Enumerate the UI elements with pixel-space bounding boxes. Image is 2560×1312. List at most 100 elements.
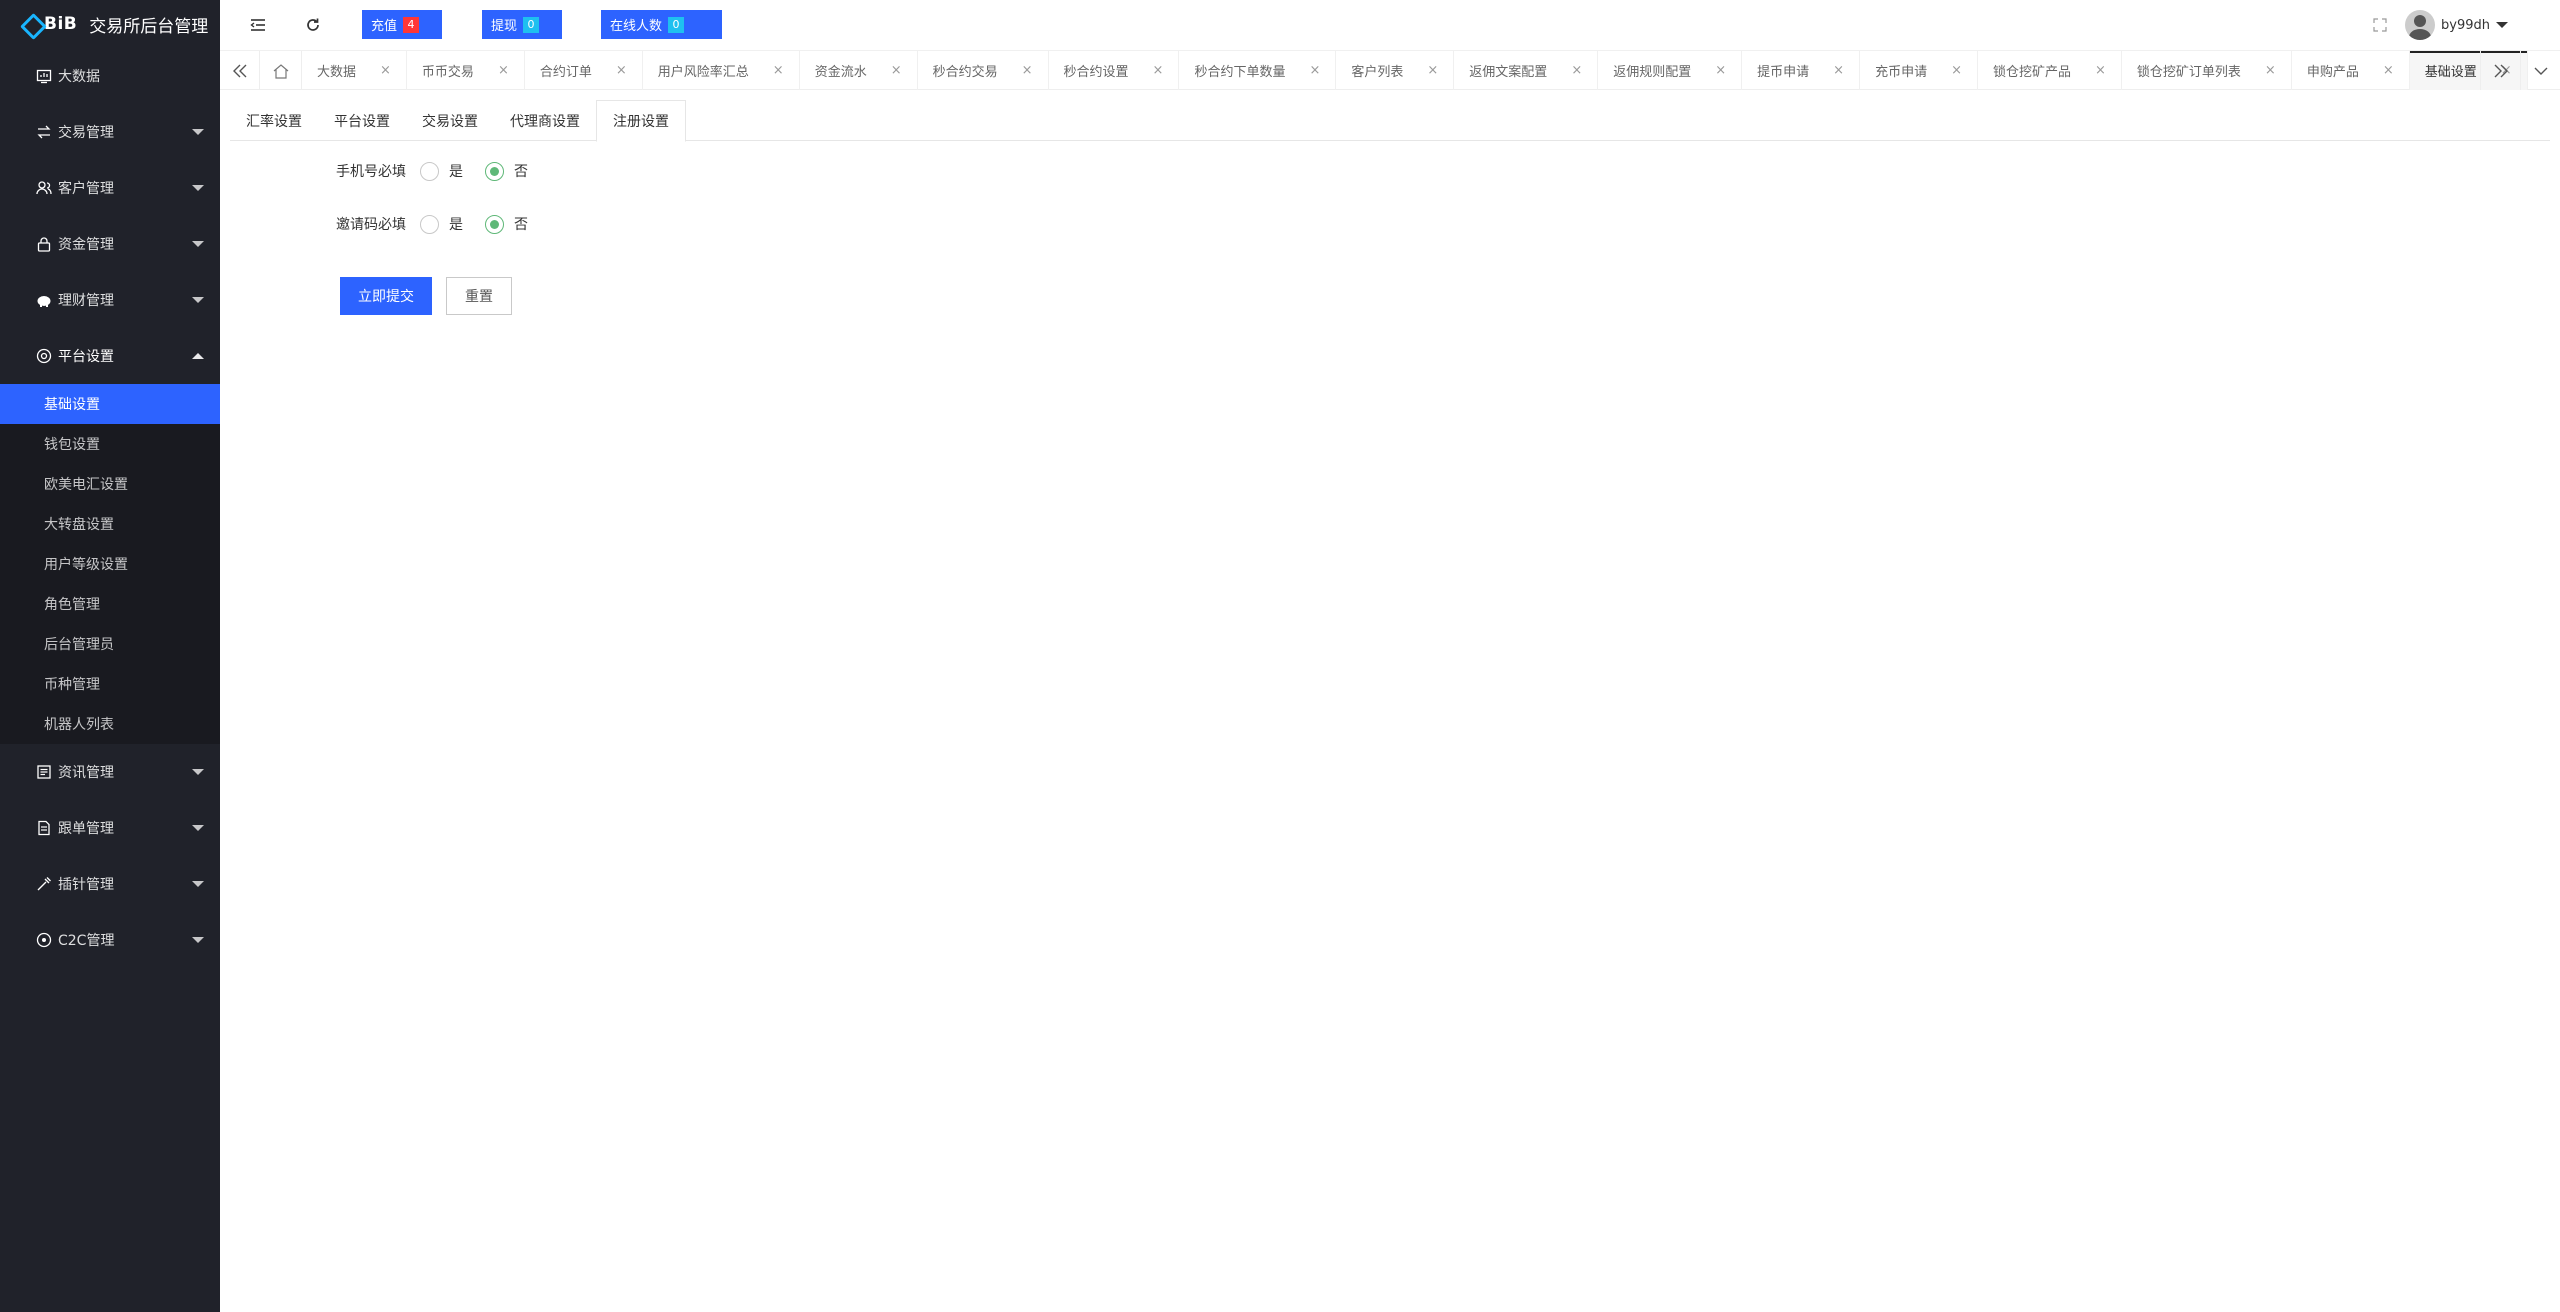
- close-icon[interactable]: ×: [498, 63, 509, 78]
- submit-button[interactable]: 立即提交: [340, 277, 432, 315]
- subtab-platform[interactable]: 平台设置: [318, 100, 406, 141]
- logo-brand: BiB: [44, 14, 78, 34]
- radio-indicator-checked: [485, 214, 504, 234]
- sidebar-item-wealth[interactable]: 理财管理: [0, 272, 220, 328]
- sidebar-subitem-admins[interactable]: 后台管理员: [0, 624, 220, 664]
- withdraw-button[interactable]: 提现 0: [482, 10, 562, 39]
- page-tab[interactable]: 提币申请 ×: [1742, 51, 1861, 90]
- phone-required-yes-radio[interactable]: 是: [420, 161, 463, 181]
- users-icon: [36, 180, 52, 196]
- sidebar-item-customers[interactable]: 客户管理: [0, 160, 220, 216]
- close-icon[interactable]: ×: [1153, 63, 1164, 78]
- page-tab[interactable]: 充币申请 ×: [1860, 51, 1978, 90]
- tabs-menu-chevron-down-icon[interactable]: [2520, 51, 2560, 90]
- sidebar-subitem-roles[interactable]: 角色管理: [0, 584, 220, 624]
- page-tab[interactable]: 合约订单 ×: [525, 51, 643, 90]
- sidebar-item-platform-settings[interactable]: 平台设置: [0, 328, 220, 384]
- page-tab-label: 基础设置: [2424, 65, 2477, 80]
- close-icon[interactable]: ×: [1951, 63, 1962, 78]
- sidebar-item-label: 理财管理: [58, 293, 114, 309]
- home-icon[interactable]: [260, 51, 302, 90]
- avatar: [2405, 10, 2436, 40]
- sidebar-item-trade[interactable]: 交易管理: [0, 104, 220, 160]
- subtab-trade[interactable]: 交易设置: [406, 100, 494, 141]
- sidebar-item-funds[interactable]: 资金管理: [0, 216, 220, 272]
- sidebar-subitem-basic-settings[interactable]: 基础设置: [0, 384, 220, 424]
- page-tab[interactable]: 大数据 ×: [302, 51, 407, 90]
- recharge-button[interactable]: 充值 4: [362, 10, 442, 39]
- close-icon[interactable]: ×: [1022, 63, 1033, 78]
- close-icon[interactable]: ×: [380, 63, 391, 78]
- page-tab[interactable]: 秒合约设置 ×: [1049, 51, 1180, 90]
- invite-required-yes-radio[interactable]: 是: [420, 214, 463, 234]
- page-tab[interactable]: 锁仓挖矿产品 ×: [1978, 51, 2122, 90]
- sidebar-item-copy-trade[interactable]: 跟单管理: [0, 800, 220, 856]
- chevron-down-icon: [192, 769, 204, 775]
- chevron-down-icon: [192, 825, 204, 831]
- tabs-scroll-left-icon[interactable]: [220, 51, 260, 90]
- sidebar-subitem-wire-settings[interactable]: 欧美电汇设置: [0, 464, 220, 504]
- tabs-scroll-right-icon[interactable]: [2480, 51, 2520, 90]
- radio-indicator: [420, 214, 439, 234]
- page-tab[interactable]: 用户风险率汇总 ×: [643, 51, 800, 90]
- radio-indicator: [420, 161, 439, 181]
- chevron-up-icon: [192, 353, 204, 359]
- page-tab[interactable]: 客户列表 ×: [1336, 51, 1455, 90]
- online-users-button[interactable]: 在线人数 0: [601, 10, 722, 39]
- settings-icon: [36, 348, 52, 364]
- sidebar-item-c2c[interactable]: C2C管理: [0, 912, 220, 968]
- username: by99dh: [2441, 17, 2490, 33]
- page-tab-label: 资金流水: [814, 65, 867, 80]
- page-tab[interactable]: 币币交易 ×: [407, 51, 525, 90]
- close-icon[interactable]: ×: [616, 63, 627, 78]
- close-icon[interactable]: ×: [2265, 63, 2276, 78]
- close-icon[interactable]: ×: [2383, 63, 2394, 78]
- phone-required-row: 手机号必填 是 否: [220, 156, 720, 186]
- radio-label: 否: [514, 217, 528, 233]
- close-icon[interactable]: ×: [1309, 63, 1320, 78]
- user-menu[interactable]: by99dh: [2405, 10, 2508, 40]
- close-icon[interactable]: ×: [1715, 63, 1726, 78]
- document-icon: [36, 820, 52, 836]
- close-icon[interactable]: ×: [1571, 63, 1582, 78]
- close-icon[interactable]: ×: [1833, 63, 1844, 78]
- page-tab[interactable]: 资金流水 ×: [800, 51, 918, 90]
- page-tab[interactable]: 秒合约交易 ×: [918, 51, 1049, 90]
- recharge-count-badge: 4: [403, 16, 420, 33]
- sidebar-subitem-user-level[interactable]: 用户等级设置: [0, 544, 220, 584]
- sidebar-item-news[interactable]: 资讯管理: [0, 744, 220, 800]
- subtab-registration[interactable]: 注册设置: [596, 100, 686, 142]
- sidebar: BiB 交易所后台管理 大数据 交易管理 客户管理 资金管理 理财管理 平台设置…: [0, 0, 220, 1312]
- invite-required-no-radio[interactable]: 否: [485, 214, 528, 234]
- sidebar-item-label: 交易管理: [58, 125, 114, 141]
- page-tab[interactable]: 返佣文案配置 ×: [1454, 51, 1599, 90]
- menu-toggle-icon[interactable]: [238, 0, 278, 50]
- close-icon[interactable]: ×: [2095, 63, 2106, 78]
- invite-required-row: 邀请码必填 是 否: [220, 209, 720, 239]
- page-tab[interactable]: 秒合约下单数量 ×: [1179, 51, 1337, 90]
- settings-subtabs: 汇率设置 平台设置 交易设置 代理商设置 注册设置: [230, 100, 2550, 142]
- chevron-down-icon: [192, 881, 204, 887]
- sidebar-subitem-robots[interactable]: 机器人列表: [0, 704, 220, 744]
- sidebar-subitem-wallet-settings[interactable]: 钱包设置: [0, 424, 220, 464]
- sidebar-subitem-wheel-settings[interactable]: 大转盘设置: [0, 504, 220, 544]
- sidebar-nav: 大数据 交易管理 客户管理 资金管理 理财管理 平台设置: [0, 48, 220, 384]
- needle-icon: [36, 876, 52, 892]
- sidebar-subitem-coins[interactable]: 币种管理: [0, 664, 220, 704]
- close-icon[interactable]: ×: [773, 63, 784, 78]
- fullscreen-icon[interactable]: [2360, 0, 2400, 50]
- sidebar-item-needle[interactable]: 插针管理: [0, 856, 220, 912]
- close-icon[interactable]: ×: [891, 63, 902, 78]
- subtab-exchange-rate[interactable]: 汇率设置: [230, 100, 318, 141]
- page-tab-label: 用户风险率汇总: [657, 65, 749, 80]
- page-tab[interactable]: 锁仓挖矿订单列表 ×: [2122, 51, 2292, 90]
- page-tab[interactable]: 返佣规则配置 ×: [1598, 51, 1743, 90]
- phone-required-no-radio[interactable]: 否: [485, 161, 528, 181]
- close-icon[interactable]: ×: [1427, 63, 1438, 78]
- sidebar-item-big-data[interactable]: 大数据: [0, 48, 220, 104]
- subtab-agent[interactable]: 代理商设置: [494, 100, 596, 141]
- radio-label: 否: [514, 164, 528, 180]
- refresh-icon[interactable]: [293, 0, 333, 50]
- page-tab[interactable]: 申购产品 ×: [2292, 51, 2410, 90]
- reset-button[interactable]: 重置: [446, 277, 512, 315]
